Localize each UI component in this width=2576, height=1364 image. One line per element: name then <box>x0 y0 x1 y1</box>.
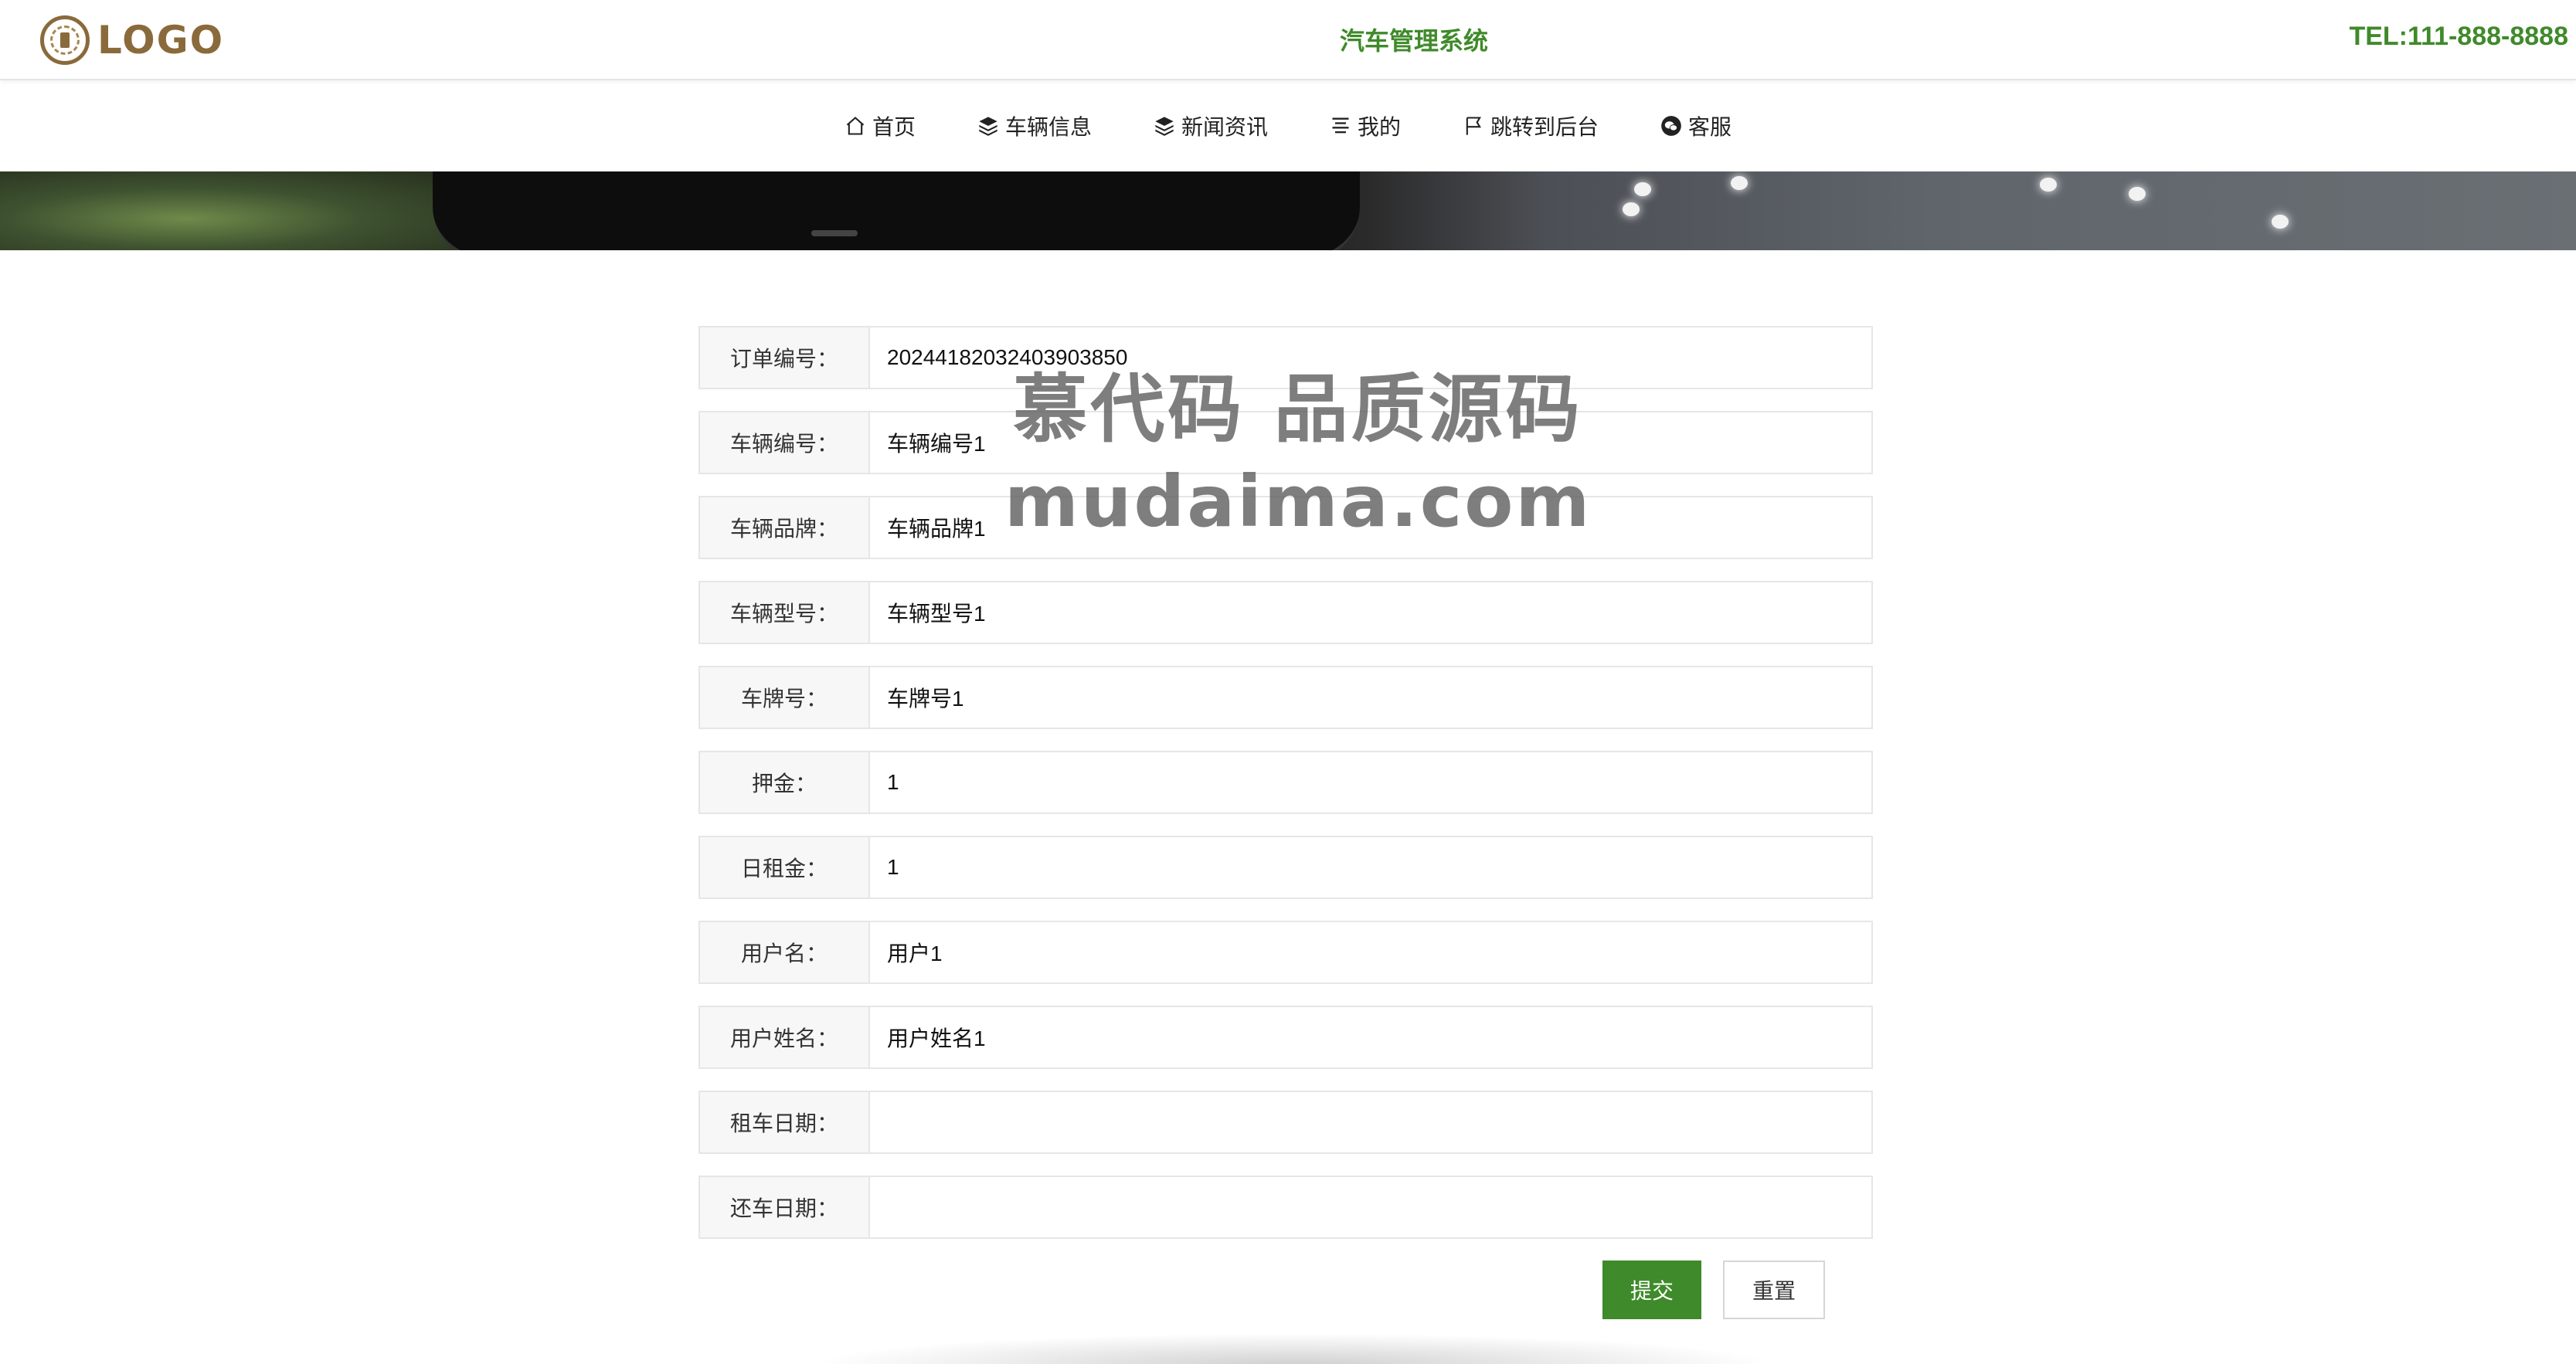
phone-number: TEL:111-888-8888 <box>2349 22 2568 51</box>
nav-item-label: 新闻资讯 <box>1181 114 1268 140</box>
field-label: 车辆型号： <box>700 582 870 643</box>
nav-item-label: 跳转到后台 <box>1490 114 1599 140</box>
deposit-input[interactable]: 1 <box>870 752 1871 813</box>
field-label: 订单编号： <box>700 327 870 388</box>
field-label: 租车日期： <box>700 1092 870 1152</box>
return-date-input[interactable] <box>870 1177 1871 1237</box>
logo-emblem-icon <box>40 15 90 65</box>
form-row-plate: 车牌号： 车牌号1 <box>698 666 1873 729</box>
nav-item-label: 车辆信息 <box>1004 114 1092 140</box>
form-actions: 提交 重置 <box>1602 1261 1825 1319</box>
home-icon <box>846 117 865 135</box>
nav-item-service[interactable]: 客服 <box>1630 103 1762 149</box>
fullname-input[interactable]: 用户姓名1 <box>870 1007 1871 1067</box>
nav-item-news[interactable]: 新闻资讯 <box>1123 103 1299 149</box>
field-label: 车辆编号： <box>700 412 870 473</box>
nav-item-home[interactable]: 首页 <box>814 103 946 149</box>
form-row-vehicle-no: 车辆编号： 车辆编号1 <box>698 411 1873 474</box>
field-label: 用户姓名： <box>700 1007 870 1067</box>
top-header: LOGO 汽车管理系统 TEL:111-888-8888 <box>0 0 2576 80</box>
rent-date-input[interactable] <box>870 1092 1871 1152</box>
field-label: 还车日期： <box>700 1177 870 1237</box>
field-label: 日租金： <box>700 837 870 897</box>
nav-item-label: 我的 <box>1358 114 1402 140</box>
site-title: 汽车管理系统 <box>1339 26 1488 56</box>
order-form: 订单编号： 20244182032403903850 车辆编号： 车辆编号1 车… <box>698 326 1873 1261</box>
wechat-icon <box>1661 116 1681 136</box>
submit-button[interactable]: 提交 <box>1602 1261 1701 1319</box>
form-row-fullname: 用户姓名： 用户姓名1 <box>698 1006 1873 1069</box>
plate-input[interactable]: 车牌号1 <box>870 667 1871 728</box>
field-label: 押金： <box>700 752 870 813</box>
form-row-rent-date: 租车日期： <box>698 1091 1873 1154</box>
model-input[interactable]: 车辆型号1 <box>870 582 1871 643</box>
field-label: 车辆品牌： <box>700 497 870 558</box>
form-row-order-no: 订单编号： 20244182032403903850 <box>698 326 1873 389</box>
layers-icon <box>979 117 997 136</box>
field-label: 车牌号： <box>700 667 870 728</box>
nav-item-label: 首页 <box>872 114 916 140</box>
form-row-brand: 车辆品牌： 车辆品牌1 <box>698 496 1873 559</box>
logo[interactable]: LOGO <box>40 14 224 66</box>
nav-item-admin[interactable]: 跳转到后台 <box>1432 103 1630 149</box>
form-row-deposit: 押金： 1 <box>698 751 1873 814</box>
flag-icon <box>1466 117 1482 135</box>
brand-input[interactable]: 车辆品牌1 <box>870 497 1871 558</box>
reset-button[interactable]: 重置 <box>1723 1261 1825 1319</box>
form-row-username: 用户名： 用户1 <box>698 921 1873 984</box>
form-row-model: 车辆型号： 车辆型号1 <box>698 581 1873 644</box>
layers-icon <box>1155 117 1174 136</box>
nav-item-mine[interactable]: 我的 <box>1299 103 1432 149</box>
field-label: 用户名： <box>700 922 870 982</box>
nav-item-vehicles[interactable]: 车辆信息 <box>946 103 1123 149</box>
list-icon <box>1332 117 1349 134</box>
vehicle-no-input[interactable]: 车辆编号1 <box>870 412 1871 473</box>
form-row-return-date: 还车日期： <box>698 1176 1873 1239</box>
banner-image <box>0 171 2576 250</box>
order-no-input[interactable]: 20244182032403903850 <box>870 327 1871 388</box>
username-input[interactable]: 用户1 <box>870 922 1871 982</box>
daily-rent-input[interactable]: 1 <box>870 837 1871 897</box>
form-row-daily-rent: 日租金： 1 <box>698 836 1873 899</box>
logo-text: LOGO <box>97 18 225 63</box>
main-nav: 首页 车辆信息 新闻资讯 我的 跳转到后台 客服 <box>0 80 2576 171</box>
nav-item-label: 客服 <box>1688 114 1732 140</box>
